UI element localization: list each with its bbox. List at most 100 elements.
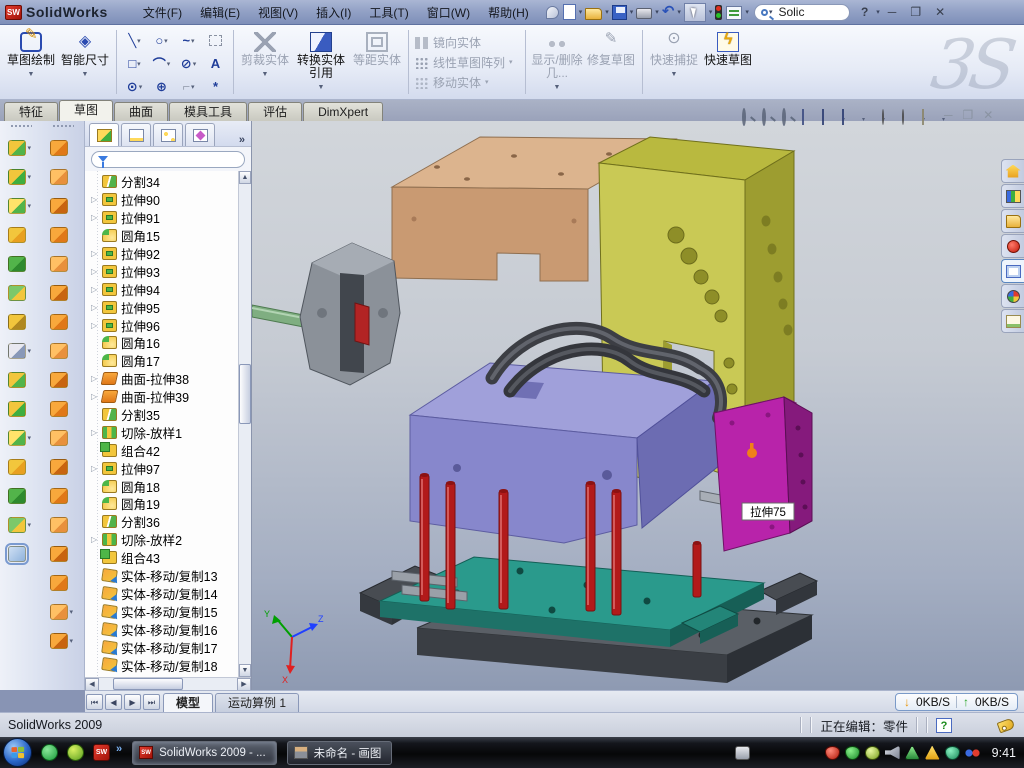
tree-item[interactable]: 实体-移动/复制18 (91, 656, 238, 674)
knit-surface-icon[interactable] (50, 249, 77, 278)
undo-dropdown-icon[interactable]: ▾ (677, 8, 681, 16)
freeform-icon[interactable] (50, 336, 77, 365)
last-tab-icon[interactable]: ⏭ (143, 694, 160, 710)
move-copy-body-icon[interactable] (8, 394, 35, 423)
graphics-viewport[interactable]: Y Z X 拉伸75 ▾▾▾▾▾ ─❐✕ (252, 121, 1024, 690)
tree-item[interactable]: 实体-移动/复制17 (91, 638, 238, 656)
extruded-cut-icon[interactable]: ▾ (8, 162, 35, 191)
start-button[interactable] (3, 738, 32, 767)
view-palette-tab[interactable] (1001, 259, 1024, 283)
expand-arrow-icon[interactable]: ▷ (91, 213, 102, 222)
tab-property-manager[interactable] (121, 123, 151, 146)
rebuild-icon[interactable] (715, 5, 722, 20)
menu-工具(T)[interactable]: 工具(T) (360, 1, 417, 24)
messenger-icon[interactable] (41, 744, 58, 761)
point-tool[interactable]: * (202, 75, 229, 98)
tree-item[interactable]: ▷拉伸97 (91, 459, 238, 477)
tree-item[interactable]: 圆角17 (91, 352, 238, 370)
line-tool[interactable]: ╲▾ (121, 29, 148, 52)
tree-item[interactable]: 实体-移动/复制13 (91, 567, 238, 585)
tree-item[interactable]: ▷拉伸95 (91, 298, 238, 316)
insert-surface-icon[interactable]: ▾ (50, 597, 77, 626)
sketch-dropdown-icon[interactable]: ▼ (28, 68, 35, 81)
dropdown-icon[interactable]: ▾ (28, 347, 35, 355)
tree-item[interactable]: 分割34 (91, 173, 238, 191)
minimize-button[interactable]: ─ (881, 5, 904, 19)
search-input[interactable]: Solic (778, 5, 804, 19)
tree-item[interactable]: 实体-移动/复制14 (91, 584, 238, 602)
doc-tab-模型[interactable]: 模型 (163, 693, 213, 712)
toolbar-grip[interactable] (10, 124, 32, 129)
ribbon-tab-模具工具[interactable]: 模具工具 (169, 102, 247, 121)
apply-scene-icon[interactable]: ▾ (902, 110, 919, 127)
ribbon-tab-草图[interactable]: 草图 (59, 100, 113, 121)
tree-item[interactable]: 圆角19 (91, 495, 238, 513)
help-button[interactable]: ? (854, 5, 875, 19)
spline-tool[interactable]: ~▾ (175, 29, 202, 52)
linear-pattern-icon[interactable]: ▾ (8, 336, 35, 365)
file-explorer-tab[interactable] (1001, 209, 1024, 233)
tree-item[interactable]: ▷拉伸92 (91, 245, 238, 263)
rectangle-tool[interactable]: □▾ (121, 52, 148, 75)
smart-dimension-button[interactable]: 智能尺寸 ▼ (58, 27, 112, 97)
zoom-fit-icon[interactable] (742, 110, 759, 127)
menu-窗口(W)[interactable]: 窗口(W) (418, 1, 479, 24)
volume-icon[interactable] (885, 746, 900, 760)
ellipse-tool[interactable]: ⊘▾ (175, 52, 202, 75)
next-tab-icon[interactable]: ▶ (124, 694, 141, 710)
restore-button[interactable]: ❐ (903, 5, 928, 19)
polygon-tool[interactable]: ⊕ (148, 75, 175, 98)
view-orientation-icon[interactable]: ▾ (822, 110, 839, 127)
menu-插入(I)[interactable]: 插入(I) (307, 1, 360, 24)
convert-dropdown-icon[interactable]: ▼ (318, 81, 325, 94)
tree-item[interactable]: ▷拉伸90 (91, 191, 238, 209)
expand-arrow-icon[interactable]: ▷ (91, 535, 102, 544)
search-box[interactable]: ▾ Solic (754, 4, 850, 21)
new-dropdown-icon[interactable]: ▾ (579, 8, 583, 16)
trim-surface-icon[interactable] (50, 191, 77, 220)
tree-vertical-scrollbar[interactable]: ▲ ▼ (238, 171, 251, 677)
shut-off-surface-icon[interactable] (50, 510, 77, 539)
menu-编辑(E)[interactable]: 编辑(E) (191, 1, 249, 24)
tree-item[interactable]: ▷拉伸93 (91, 262, 238, 280)
appearances-scenes-tab[interactable] (1001, 284, 1024, 308)
scroll-down-icon[interactable]: ▼ (239, 664, 251, 677)
menu-帮助(H)[interactable]: 帮助(H) (479, 1, 538, 24)
tree-item[interactable]: 圆角15 (91, 227, 238, 245)
ruled-surface-icon[interactable] (50, 394, 77, 423)
swept-boss-icon[interactable] (8, 220, 35, 249)
help-dropdown-icon[interactable]: ▾ (876, 8, 880, 16)
defender-icon[interactable] (945, 746, 960, 760)
panel-more-icon[interactable]: » (239, 134, 245, 146)
expand-arrow-icon[interactable]: ▷ (91, 464, 102, 473)
ribbon-tab-曲面[interactable]: 曲面 (114, 102, 168, 121)
delete-body-icon[interactable] (8, 452, 35, 481)
zoom-area-icon[interactable] (762, 110, 779, 127)
dropdown-icon[interactable]: ▾ (28, 521, 35, 529)
options-dropdown-icon[interactable]: ▾ (745, 8, 749, 16)
rapid-sketch-button[interactable]: 快速草图 (701, 27, 755, 97)
slot-tool[interactable]: ⊙▾ (121, 75, 148, 98)
tree-item[interactable]: 组合42 (91, 441, 238, 459)
swept-surface-icon[interactable] (50, 133, 77, 162)
open-file-icon[interactable] (585, 8, 602, 20)
dropdown-icon[interactable]: ▾ (28, 173, 35, 181)
parting-line-icon[interactable] (50, 481, 77, 510)
tab-configuration-manager[interactable] (153, 123, 183, 146)
print-icon[interactable] (636, 8, 652, 19)
replace-face-icon[interactable] (50, 452, 77, 481)
scrollbar-thumb[interactable] (239, 364, 251, 424)
keyboard-icon[interactable] (735, 746, 750, 760)
task-button[interactable]: SWSolidWorks 2009 - ... (132, 741, 277, 765)
solidworks-quicklaunch-icon[interactable]: SW (93, 744, 110, 761)
expand-arrow-icon[interactable]: ▷ (91, 267, 102, 276)
tree-filter-input[interactable] (91, 151, 245, 168)
tab-feature-manager[interactable] (89, 123, 119, 146)
dropdown-icon[interactable]: ▾ (28, 434, 35, 442)
planar-surface-icon[interactable] (50, 278, 77, 307)
custom-properties-tab[interactable] (1001, 309, 1024, 333)
arc-tool[interactable]: ⌒▾ (148, 52, 175, 75)
insert-part-icon[interactable]: ▾ (8, 423, 35, 452)
doc-tab-运动算例 1[interactable]: 运动算例 1 (215, 693, 299, 712)
section-view-icon[interactable] (802, 110, 819, 127)
